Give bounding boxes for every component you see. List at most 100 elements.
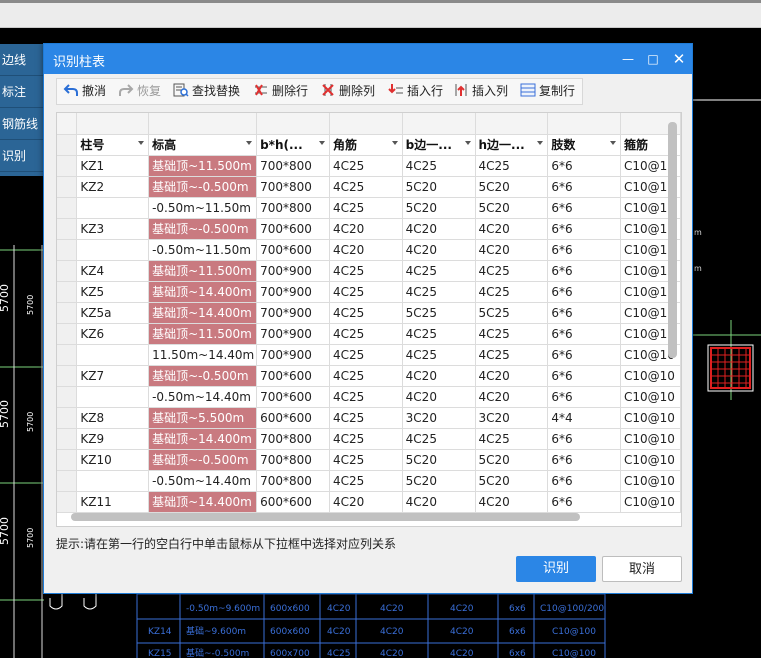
column-table-grid[interactable]: 柱号 标高 b*h(... 角筋 b边一... h边一... 肢数 箍筋 KZ1 基础顶~11.5… [56,112,682,527]
table-cell[interactable]: 11.50m~14.40m [148,344,258,366]
table-cell[interactable]: 4C25 [402,155,476,177]
identify-button[interactable]: 识别 [516,556,596,582]
table-cell[interactable]: KZ10 [76,449,150,471]
row-header[interactable] [57,218,78,240]
table-cell[interactable]: 5C20 [475,470,549,492]
table-cell[interactable]: KZ2 [76,176,150,198]
table-cell[interactable]: 4C25 [329,386,403,408]
row-header[interactable] [57,323,78,345]
row-header[interactable] [57,302,78,324]
chevron-down-icon[interactable] [610,140,616,145]
table-cell[interactable]: KZ7 [76,365,150,387]
minimize-button[interactable]: — [615,44,641,74]
delete-column-button[interactable]: 删除列 [320,79,375,104]
mapping-cell[interactable] [475,113,549,135]
row-header[interactable] [57,365,78,387]
find-replace-button[interactable]: 查找替换 [173,79,240,104]
table-cell[interactable]: 基础顶~14.400m [148,491,258,513]
table-cell[interactable]: 4C20 [402,239,476,261]
table-row[interactable]: KZ9 基础顶~14.400m 700*800 4C25 4C25 4C25 6*6 C10@… [57,428,681,450]
row-header[interactable] [57,428,78,450]
redo-button[interactable]: 恢复 [118,79,161,104]
table-cell[interactable]: 6*6 [547,344,621,366]
table-row[interactable]: 11.50m~14.40m 700*900 4C25 4C25 4C25 6*6 C10@1… [57,344,681,366]
table-cell[interactable]: 4C25 [329,197,403,219]
table-cell[interactable]: 5C20 [402,197,476,219]
table-cell[interactable] [76,386,150,408]
table-cell[interactable]: C10@10 [620,428,681,450]
table-cell[interactable]: C10@10 [620,407,681,429]
table-cell[interactable]: 700*800 [256,197,330,219]
table-cell[interactable]: 4C20 [329,239,403,261]
table-row[interactable]: KZ2 基础顶~-0.500m 700*800 4C25 5C20 5C20 6*6 C10@… [57,176,681,198]
table-cell[interactable]: 4C25 [329,449,403,471]
table-cell[interactable]: 700*600 [256,365,330,387]
table-cell[interactable]: 5C20 [402,470,476,492]
table-cell[interactable]: KZ9 [76,428,150,450]
table-cell[interactable]: 基础顶~11.500m [148,260,258,282]
table-cell[interactable]: 6*6 [547,302,621,324]
table-cell[interactable]: 4C25 [329,155,403,177]
table-cell[interactable]: 4C20 [402,365,476,387]
chevron-down-icon[interactable] [537,140,544,145]
mapping-cell[interactable] [256,113,330,135]
table-cell[interactable]: 4C25 [402,344,476,366]
copy-row-button[interactable]: 复制行 [520,79,575,104]
table-cell[interactable]: 6*6 [547,155,621,177]
table-cell[interactable]: 6*6 [547,281,621,303]
column-header[interactable]: b边一... [402,134,476,156]
mapping-cell[interactable] [402,113,476,135]
row-header[interactable] [57,197,78,219]
column-header[interactable]: b*h(... [256,134,330,156]
table-row[interactable]: KZ5a 基础顶~14.400m 700*900 4C25 5C25 5C25 6*6 C10… [57,302,681,324]
table-cell[interactable]: 基础顶~5.500m [148,407,258,429]
table-cell[interactable]: C10@10 [620,491,681,513]
table-cell[interactable]: 4C25 [475,428,549,450]
table-cell[interactable]: 4C25 [475,281,549,303]
table-cell[interactable]: 4C25 [329,323,403,345]
table-row[interactable]: -0.50m~14.40m 700*800 4C25 5C20 5C20 6*6 C10@1… [57,470,681,492]
table-cell[interactable]: 3C20 [475,407,549,429]
chevron-down-icon[interactable] [391,140,398,145]
table-cell[interactable]: 6*6 [547,470,621,492]
table-cell[interactable] [76,197,150,219]
table-cell[interactable]: KZ4 [76,260,150,282]
table-cell[interactable]: 4C25 [329,281,403,303]
maximize-button[interactable]: □ [640,44,666,74]
table-cell[interactable]: 5C25 [402,302,476,324]
table-cell[interactable]: C10@10 [620,449,681,471]
table-cell[interactable]: 6*6 [547,239,621,261]
table-row[interactable]: KZ3 基础顶~-0.500m 700*600 4C20 4C20 4C20 6*6 C10@… [57,218,681,240]
chevron-down-icon[interactable] [138,140,145,145]
row-header[interactable] [57,386,78,408]
table-row[interactable]: KZ11 基础顶~14.400m 600*600 4C20 4C20 4C20 6*6 C10… [57,491,681,513]
row-header[interactable] [57,449,78,471]
table-row[interactable]: -0.50m~14.40m 700*600 4C25 4C20 4C20 6*6 C10@1… [57,386,681,408]
table-cell[interactable]: 700*600 [256,218,330,240]
table-cell[interactable]: 700*600 [256,386,330,408]
table-cell[interactable]: -0.50m~14.40m [148,386,258,408]
table-cell[interactable]: 4C25 [329,302,403,324]
table-cell[interactable]: 6*6 [547,449,621,471]
close-button[interactable]: ✕ [666,44,692,74]
table-cell[interactable]: 6*6 [547,323,621,345]
table-cell[interactable]: 700*900 [256,344,330,366]
table-cell[interactable]: 6*6 [547,365,621,387]
mapping-cell[interactable] [547,113,621,135]
left-item-annotation[interactable]: 标注 [0,76,44,108]
table-cell[interactable]: 6*6 [547,386,621,408]
mapping-cell[interactable] [329,113,403,135]
table-cell[interactable]: KZ1 [76,155,150,177]
table-row[interactable]: -0.50m~11.50m 700*600 4C20 4C20 4C20 6*6 C10@1… [57,239,681,261]
horizontal-scrollbar[interactable] [71,513,580,521]
table-cell[interactable]: 基础顶~14.400m [148,281,258,303]
table-cell[interactable]: 4C20 [475,218,549,240]
row-header[interactable] [57,239,78,261]
chevron-down-icon[interactable] [464,140,471,145]
table-cell[interactable]: 基础顶~-0.500m [148,218,258,240]
insert-row-button[interactable]: 插入行 [388,79,443,104]
table-cell[interactable]: 6*6 [547,260,621,282]
table-cell[interactable] [76,344,150,366]
cancel-button[interactable]: 取消 [602,556,682,582]
table-cell[interactable]: 4C20 [475,365,549,387]
